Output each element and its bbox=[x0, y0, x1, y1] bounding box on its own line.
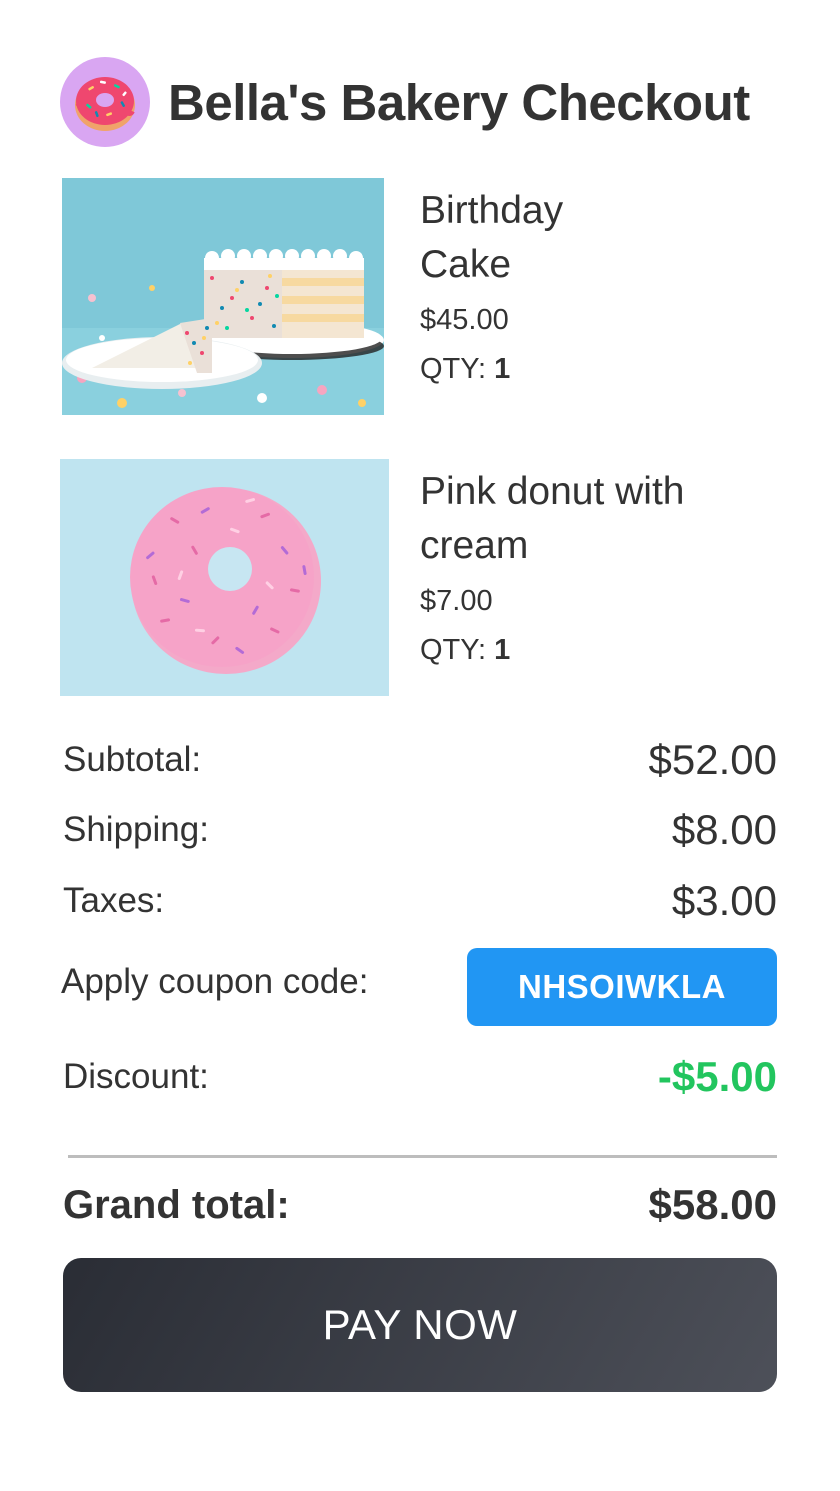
item-price: $45.00 bbox=[420, 304, 509, 336]
shipping-row: Shipping: $8.00 bbox=[63, 804, 777, 856]
subtotal-value: $52.00 bbox=[648, 736, 777, 783]
grand-total-label: Grand total: bbox=[63, 1182, 290, 1227]
item-qty: QTY: 1 bbox=[420, 353, 620, 386]
qty-value: 1 bbox=[494, 634, 511, 666]
taxes-row: Taxes: $3.00 bbox=[63, 875, 777, 927]
item-info: Birthday Cake $45.00 QTY: 1 bbox=[420, 184, 620, 386]
item-name: Birthday Cake bbox=[420, 189, 564, 286]
item-name: Pink donut with cream bbox=[420, 470, 685, 567]
qty-label: QTY: bbox=[420, 634, 487, 666]
qty-value: 1 bbox=[494, 353, 511, 385]
shipping-value: $8.00 bbox=[671, 806, 777, 853]
discount-row: Discount: -$5.00 bbox=[63, 1050, 777, 1104]
taxes-label: Taxes: bbox=[63, 881, 165, 920]
subtotal-label: Subtotal: bbox=[63, 740, 202, 779]
subtotal-row: Subtotal: $52.00 bbox=[63, 734, 777, 786]
discount-label: Discount: bbox=[63, 1057, 209, 1096]
shipping-label: Shipping: bbox=[63, 810, 209, 849]
qty-label: QTY: bbox=[420, 353, 487, 385]
grand-total-row: Grand total: $58.00 bbox=[63, 1178, 777, 1232]
item-qty: QTY: 1 bbox=[420, 634, 780, 667]
cake-image bbox=[62, 178, 384, 415]
page-header: Bella's Bakery Checkout bbox=[60, 57, 750, 147]
cart-item: Pink donut with cream $7.00 QTY: 1 bbox=[0, 459, 840, 696]
donut-icon bbox=[60, 57, 150, 147]
donut-image bbox=[60, 459, 389, 696]
coupon-code-button[interactable]: NHSOIWKLA bbox=[467, 948, 777, 1026]
taxes-value: $3.00 bbox=[671, 877, 777, 924]
pay-now-button[interactable]: PAY NOW bbox=[63, 1258, 777, 1392]
discount-value: -$5.00 bbox=[657, 1053, 777, 1100]
page-title: Bella's Bakery Checkout bbox=[168, 73, 750, 131]
item-info: Pink donut with cream $7.00 QTY: 1 bbox=[420, 465, 780, 667]
coupon-label: Apply coupon code: bbox=[61, 962, 369, 1001]
grand-total-value: $58.00 bbox=[648, 1181, 777, 1228]
item-price: $7.00 bbox=[420, 585, 493, 617]
cart-item: Birthday Cake $45.00 QTY: 1 bbox=[0, 178, 840, 415]
divider bbox=[68, 1155, 777, 1158]
